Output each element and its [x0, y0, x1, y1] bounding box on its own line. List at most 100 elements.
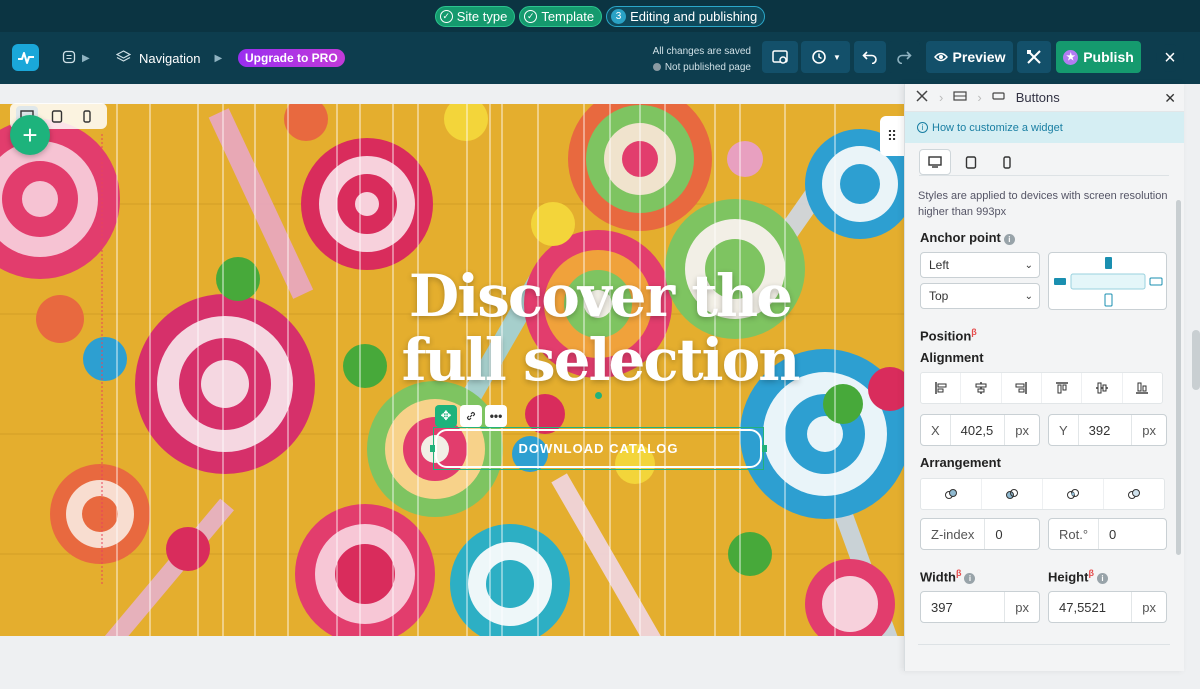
pages-menu[interactable]: ▶ [62, 50, 90, 66]
caret-down-icon: ▼ [833, 52, 841, 62]
anchor-horizontal-select[interactable]: Left ⌄ [920, 252, 1040, 278]
beta-badge: β [971, 327, 977, 337]
x-value: 402,5 [960, 422, 994, 438]
alignment-buttons [920, 372, 1163, 404]
arrangement-label: Arrangement [920, 455, 1001, 470]
navigation-breadcrumb[interactable]: Navigation ▶ [115, 49, 222, 66]
alignment-label: Alignment [920, 350, 984, 365]
x-prefix: X [921, 415, 951, 445]
history-button[interactable]: ▼ [801, 41, 850, 73]
height-field[interactable]: 47,5521 px [1048, 591, 1167, 623]
step-label: Editing and publishing [630, 8, 758, 24]
height-value: 47,5521 [1059, 599, 1106, 615]
section-icon[interactable] [953, 90, 967, 105]
align-bottom-icon[interactable] [1123, 373, 1162, 403]
redo-button[interactable] [888, 41, 920, 73]
design-tools-button[interactable] [1017, 41, 1051, 73]
preview-button[interactable]: Preview [926, 41, 1013, 73]
anchor-point-label: Anchor point i [920, 230, 1015, 245]
desktop-icon [928, 156, 942, 168]
position-label: Positionβ [920, 327, 977, 344]
tab-mobile[interactable] [991, 149, 1023, 175]
panel-device-tabs [919, 149, 1023, 175]
bring-to-front-icon[interactable] [921, 479, 982, 509]
width-value: 397 [931, 599, 953, 615]
panel-breadcrumb: › › Buttons [905, 84, 1184, 112]
beta-badge: β [955, 568, 962, 578]
anchor-point-picker[interactable] [1048, 252, 1167, 310]
upgrade-pro-button[interactable]: Upgrade to PRO [238, 49, 345, 67]
tablet-view-icon[interactable] [46, 106, 68, 126]
panel-title: Buttons [1015, 90, 1060, 105]
rotation-field[interactable]: Rot.° 0 [1048, 518, 1167, 550]
tools-icon[interactable] [915, 89, 929, 106]
height-unit: px [1131, 592, 1166, 622]
align-left-icon[interactable] [921, 373, 962, 403]
add-block-button[interactable]: + [10, 115, 50, 155]
info-icon[interactable]: i [1096, 573, 1108, 585]
width-unit: px [1004, 592, 1039, 622]
save-status: All changes are saved Not published page [653, 44, 751, 76]
step-editing-publishing[interactable]: 3 Editing and publishing [606, 5, 766, 27]
link-icon[interactable] [460, 405, 482, 427]
rotation-value: 0 [1109, 526, 1117, 542]
undo-button[interactable] [854, 41, 886, 73]
y-position-field[interactable]: Y 392 px [1048, 414, 1167, 446]
help-link-label: How to customize a widget [932, 121, 1063, 134]
rotate-handle[interactable] [595, 392, 602, 399]
tab-tablet[interactable] [955, 149, 987, 175]
tools-icon [1027, 50, 1041, 64]
close-panel-icon[interactable]: ✕ [1164, 90, 1176, 107]
publish-button[interactable]: ★ Publish [1056, 41, 1141, 73]
headline-line-2: full selection [401, 326, 801, 394]
height-label: Heightβi [1048, 568, 1108, 585]
zindex-prefix: Z-index [921, 519, 986, 549]
more-options-icon[interactable]: ••• [485, 405, 507, 427]
hero-headline[interactable]: Discover the full selection [398, 264, 802, 392]
align-top-icon[interactable] [1042, 373, 1083, 403]
move-icon[interactable]: ✥ [435, 405, 457, 427]
saved-text: All changes are saved [652, 46, 751, 57]
info-icon: i [917, 122, 928, 133]
info-icon[interactable]: i [1003, 234, 1015, 245]
mobile-icon [1003, 155, 1011, 169]
chevron-down-icon: ⌄ [1024, 290, 1033, 302]
align-center-h-icon[interactable] [961, 373, 1002, 403]
device-note: Styles are applied to devices with scree… [918, 190, 1168, 218]
panel-scrollbar[interactable] [1176, 200, 1181, 555]
width-label: Widthβi [920, 568, 976, 585]
width-field[interactable]: 397 px [920, 591, 1040, 623]
tab-desktop[interactable] [919, 149, 951, 175]
step-label: Template [541, 8, 595, 24]
align-right-icon[interactable] [1002, 373, 1042, 403]
send-to-back-icon[interactable] [1104, 479, 1164, 509]
x-unit: px [1004, 415, 1039, 445]
z-index-field[interactable]: Z-index 0 [920, 518, 1040, 550]
tablet-icon [965, 155, 977, 169]
window-scrollbar[interactable] [1192, 330, 1200, 390]
headline-line-1: Discover the [408, 262, 793, 330]
eye-icon [933, 52, 948, 62]
anchor-vertical-select[interactable]: Top ⌄ [920, 283, 1040, 309]
send-backward-icon[interactable] [1043, 479, 1104, 509]
publish-label: Publish [1083, 49, 1134, 65]
history-icon [812, 50, 826, 64]
button-widget-icon [992, 90, 1006, 105]
step-template[interactable]: ✓ Template [519, 5, 603, 27]
x-position-field[interactable]: X 402,5 px [920, 414, 1040, 446]
mobile-view-icon[interactable] [76, 106, 98, 126]
info-icon[interactable]: i [964, 573, 976, 585]
site-settings-button[interactable] [762, 41, 798, 73]
app-logo-icon[interactable] [12, 44, 39, 71]
bring-forward-icon[interactable] [982, 479, 1043, 509]
step-site-type[interactable]: ✓ Site type [434, 5, 516, 27]
step-label: Site type [456, 8, 508, 24]
align-center-v-icon[interactable] [1082, 373, 1123, 403]
drag-handle-icon[interactable]: ⠿ [880, 116, 904, 156]
help-link[interactable]: i How to customize a widget [905, 112, 1184, 143]
beta-badge: β [1088, 568, 1094, 578]
chevron-right-icon: ▶ [82, 52, 90, 64]
close-editor-icon[interactable]: × [1156, 44, 1184, 72]
undo-icon [862, 51, 877, 64]
download-catalog-button[interactable]: DOWNLOAD CATALOG [435, 429, 762, 468]
